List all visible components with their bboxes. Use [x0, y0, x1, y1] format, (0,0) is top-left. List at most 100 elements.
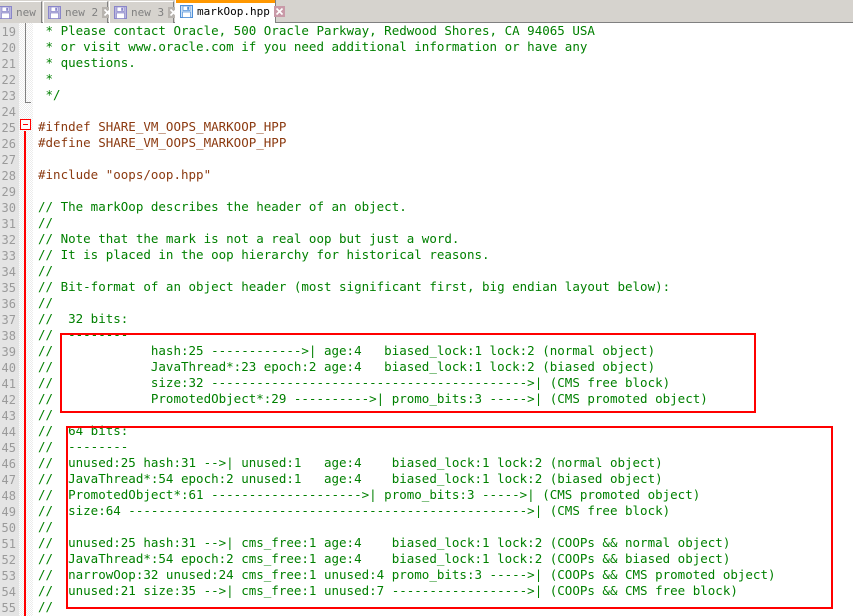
editor-area[interactable]: 19 20 21 22 23 24 25 26 27 28 29 30 31 32 33 34 35 36 37 38…	[0, 23, 853, 616]
code-line[interactable]: #define SHARE_VM_OOPS_MARKOOP_HPP	[33, 135, 853, 151]
close-icon[interactable]	[273, 6, 285, 17]
tab-new-2[interactable]: new 2	[43, 1, 114, 23]
line-number: 48	[1, 489, 16, 503]
code-line[interactable]: *	[33, 71, 853, 87]
code-line-text: // Note that the mark is not a real oop …	[38, 231, 460, 246]
code-line-text: #define SHARE_VM_OOPS_MARKOOP_HPP	[38, 135, 287, 150]
code-line-text: // JavaThread*:54 epoch:2 unused:1 age:4…	[38, 471, 663, 486]
code-line-text: // The markOop describes the header of a…	[38, 199, 407, 214]
line-number: 35	[1, 281, 16, 295]
code-line[interactable]: // PromotedObject*:61 ------------------…	[33, 487, 853, 503]
line-number: 50	[1, 521, 16, 535]
line-number: 24	[1, 105, 16, 119]
line-number: 44	[1, 425, 16, 439]
line-number: 21	[1, 57, 16, 71]
code-line-text: // size:64 -----------------------------…	[38, 503, 671, 518]
line-number: 49	[1, 505, 16, 519]
tab-label: markOop.hpp	[197, 5, 270, 18]
line-number: 23	[1, 89, 16, 103]
code-text[interactable]: * Please contact Oracle, 500 Oracle Park…	[33, 23, 853, 616]
line-number: 20	[1, 41, 16, 55]
line-number: 54	[1, 585, 16, 599]
floppy-disk-icon	[0, 6, 12, 19]
code-line[interactable]: // unused:25 hash:31 -->| unused:1 age:4…	[33, 455, 853, 471]
line-number: 53	[1, 569, 16, 583]
code-line[interactable]: //	[33, 215, 853, 231]
code-line[interactable]: // --------	[33, 327, 853, 343]
code-line[interactable]: // JavaThread*:23 epoch:2 age:4 biased_l…	[33, 359, 853, 375]
code-line[interactable]: // size:64 -----------------------------…	[33, 503, 853, 519]
code-line[interactable]: //	[33, 599, 853, 615]
line-number: 38	[1, 329, 16, 343]
line-number: 28	[1, 169, 16, 183]
code-line-text: //	[38, 295, 54, 310]
code-line[interactable]: // 32 bits:	[33, 311, 853, 327]
code-line[interactable]: */	[33, 87, 853, 103]
code-line[interactable]: // unused:25 hash:31 -->| cms_free:1 age…	[33, 535, 853, 551]
line-number: 45	[1, 441, 16, 455]
line-number: 29	[1, 185, 16, 199]
code-line[interactable]: // JavaThread*:54 epoch:2 unused:1 age:4…	[33, 471, 853, 487]
line-number: 32	[1, 233, 16, 247]
code-line-text: // It is placed in the oop hierarchy for…	[38, 247, 490, 262]
code-line-text: //	[38, 263, 54, 278]
tab-markoop-hpp[interactable]: markOop.hpp	[175, 0, 285, 23]
line-number-list: 19 20 21 22 23 24 25 26 27 28 29 30 31 32 33 34 35 36 37 38…	[0, 24, 19, 616]
tab-bar: new 1 new 2 new 3 markOop.hpp	[0, 0, 853, 23]
code-line[interactable]: //	[33, 295, 853, 311]
line-number: 47	[1, 473, 16, 487]
code-line-text: // 32 bits:	[38, 311, 129, 326]
code-line[interactable]: // Bit-format of an object header (most …	[33, 279, 853, 295]
fold-guide-line-active	[24, 131, 26, 616]
code-line[interactable]: //	[33, 407, 853, 423]
line-number: 55	[1, 601, 16, 615]
tab-label: new 2	[65, 6, 99, 19]
code-line-text: // hash:25 ------------>| age:4 biased_l…	[38, 343, 656, 358]
code-line[interactable]: // The markOop describes the header of a…	[33, 199, 853, 215]
code-line-text: //	[38, 519, 54, 534]
line-number: 19	[1, 25, 16, 39]
code-line-text: // JavaThread*:23 epoch:2 age:4 biased_l…	[38, 359, 656, 374]
code-line[interactable]: // narrowOop:32 unused:24 cms_free:1 unu…	[33, 567, 853, 583]
line-number: 34	[1, 265, 16, 279]
code-line[interactable]	[33, 103, 853, 119]
code-line[interactable]: //	[33, 263, 853, 279]
code-line[interactable]: // unused:21 size:35 -->| cms_free:1 unu…	[33, 583, 853, 599]
tab-label: new 3	[131, 6, 165, 19]
floppy-disk-icon	[180, 5, 193, 18]
line-number: 36	[1, 297, 16, 311]
line-number: 52	[1, 553, 16, 567]
code-line[interactable]	[33, 151, 853, 167]
code-line-text: //	[38, 599, 54, 614]
code-line[interactable]	[33, 183, 853, 199]
code-line-text: */	[38, 87, 61, 102]
code-line[interactable]: // 64 bits:	[33, 423, 853, 439]
code-line[interactable]: // It is placed in the oop hierarchy for…	[33, 247, 853, 263]
code-line[interactable]: // hash:25 ------------>| age:4 biased_l…	[33, 343, 853, 359]
fold-margin[interactable]	[19, 23, 33, 616]
code-line-text: // unused:25 hash:31 -->| cms_free:1 age…	[38, 535, 731, 550]
code-line-text: //	[38, 407, 54, 422]
code-line[interactable]: // Note that the mark is not a real oop …	[33, 231, 853, 247]
code-line[interactable]: * or visit www.oracle.com if you need ad…	[33, 39, 853, 55]
code-line-text: // 64 bits:	[38, 423, 129, 438]
code-line-text: // unused:21 size:35 -->| cms_free:1 unu…	[38, 583, 738, 598]
code-line[interactable]: * Please contact Oracle, 500 Oracle Park…	[33, 23, 853, 39]
code-line-text: * Please contact Oracle, 500 Oracle Park…	[38, 23, 595, 38]
code-line[interactable]: * questions.	[33, 55, 853, 71]
code-line[interactable]: // --------	[33, 439, 853, 455]
code-line[interactable]: //	[33, 519, 853, 535]
active-tab-indicator	[176, 0, 275, 3]
code-line[interactable]: #ifndef SHARE_VM_OOPS_MARKOOP_HPP	[33, 119, 853, 135]
code-line[interactable]: // size:32 -----------------------------…	[33, 375, 853, 391]
code-line-text: #ifndef SHARE_VM_OOPS_MARKOOP_HPP	[38, 119, 287, 134]
code-line-text: // JavaThread*:54 epoch:2 cms_free:1 age…	[38, 551, 731, 566]
code-line[interactable]: // JavaThread*:54 epoch:2 cms_free:1 age…	[33, 551, 853, 567]
code-line[interactable]: #include "oops/oop.hpp"	[33, 167, 853, 183]
tab-new-3[interactable]: new 3	[109, 1, 180, 23]
fold-collapse-box[interactable]	[20, 119, 31, 130]
code-line[interactable]: // PromotedObject*:29 ---------->| promo…	[33, 391, 853, 407]
tab-new-1[interactable]: new 1	[0, 1, 65, 23]
code-line-text: // --------	[38, 439, 129, 454]
fold-guide-line-foot	[25, 102, 31, 103]
